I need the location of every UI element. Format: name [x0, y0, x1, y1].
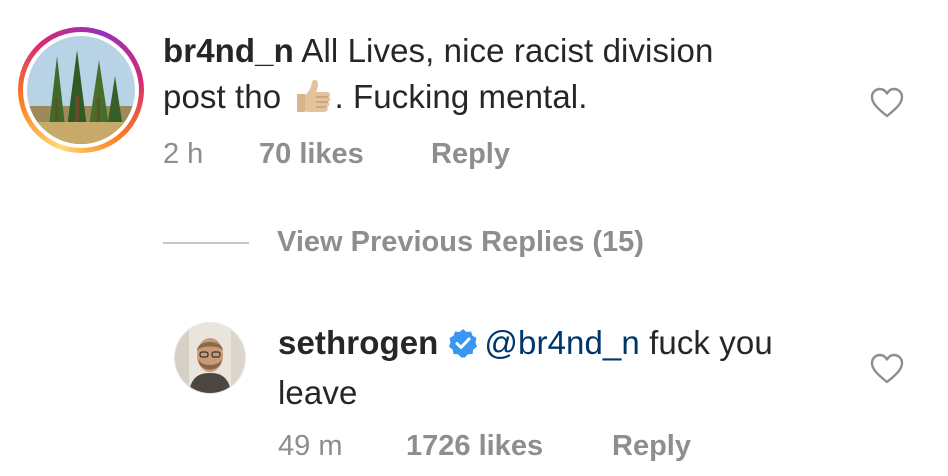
comment-time: 49 m [278, 430, 343, 462]
comment-body-line2-start: post tho [163, 78, 282, 115]
verified-badge-icon [448, 324, 478, 370]
comment-body-line1: fuck you [639, 324, 773, 361]
comment-text: sethrogen @br4nd_n fuck you leave [278, 320, 878, 416]
comment-text: br4nd_n All Lives, nice racist division … [163, 28, 843, 126]
story-ring-avatar[interactable] [18, 27, 144, 153]
avatar-sethrogen[interactable] [174, 322, 246, 394]
like-heart-icon[interactable] [870, 87, 904, 119]
like-heart-icon[interactable] [870, 353, 904, 385]
comment-br4nd_n: br4nd_n All Lives, nice racist division … [0, 0, 948, 200]
comment-body-line2: leave [278, 374, 358, 411]
thumbs-up-icon [293, 78, 333, 126]
comment-meta: 2 h 70 likes Reply [163, 138, 510, 171]
avatar-br4nd_n [27, 36, 135, 144]
comment-time: 2 h [163, 138, 204, 170]
reply-button[interactable]: Reply [612, 430, 691, 463]
mention-link[interactable]: @br4nd_n [484, 324, 639, 361]
view-previous-replies[interactable]: View Previous Replies (15) [163, 226, 644, 259]
likes-count[interactable]: 1726 likes [406, 430, 612, 463]
reply-button[interactable]: Reply [431, 138, 510, 171]
comment-sethrogen: sethrogen @br4nd_n fuck you leave 49 m 1… [0, 300, 948, 476]
comment-body-line1: All Lives, nice racist division [301, 32, 714, 69]
comment-body-line2-end: . Fucking mental. [334, 78, 588, 115]
comment-meta: 49 m 1726 likes Reply [278, 430, 691, 463]
comment-username[interactable]: sethrogen [278, 324, 438, 361]
comment-username[interactable]: br4nd_n [163, 32, 294, 69]
divider-line [163, 241, 249, 244]
view-previous-replies-label[interactable]: View Previous Replies (15) [277, 226, 644, 259]
likes-count[interactable]: 70 likes [259, 138, 431, 171]
